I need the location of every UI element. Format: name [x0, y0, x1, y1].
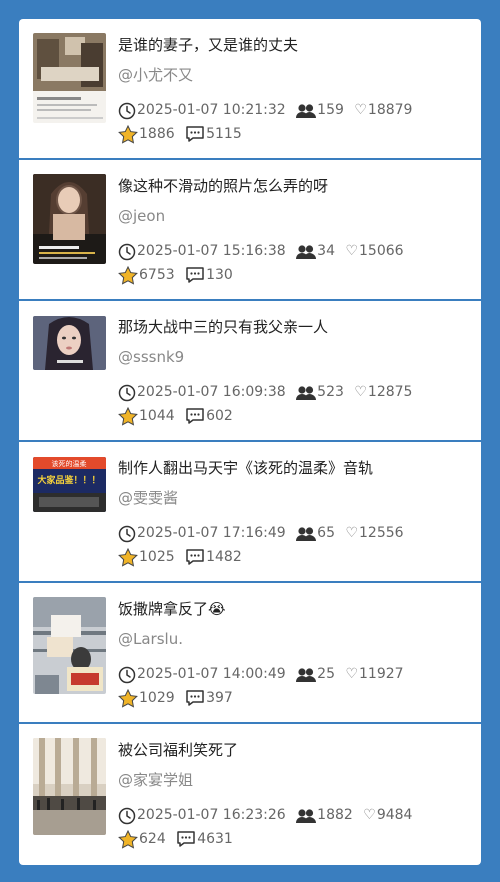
star-icon — [118, 406, 138, 426]
post-card[interactable]: 那场大战中三的只有我父亲一人 @sssnk9 2025-01-07 16:09:… — [19, 301, 481, 440]
star-icon — [118, 265, 138, 285]
post-time: 2025-01-07 17:16:49 — [118, 522, 286, 545]
post-thumbnail[interactable] — [33, 33, 106, 123]
post-comments[interactable]: 397 — [185, 687, 233, 710]
post-card[interactable]: 是谁的妻子，又是谁的丈夫 @小尤不又 2025-01-07 10:21:32 1… — [19, 19, 481, 158]
people-icon — [296, 103, 317, 118]
post-author[interactable]: @小尤不又 — [118, 65, 193, 85]
post-feed: 是谁的妻子，又是谁的丈夫 @小尤不又 2025-01-07 10:21:32 1… — [19, 19, 481, 865]
people-icon — [296, 244, 317, 259]
comment-icon — [186, 267, 204, 283]
post-title[interactable]: 被公司福利笑死了 — [118, 740, 469, 760]
post-author[interactable]: @家宴学姐 — [118, 770, 193, 790]
post-author[interactable]: @jeon — [118, 206, 165, 226]
post-viewers: 1882 — [296, 804, 353, 827]
clock-icon — [118, 102, 136, 119]
post-stars[interactable]: 6753 — [118, 264, 175, 287]
heart-icon: ♡ — [354, 384, 367, 400]
post-meta: 2025-01-07 16:23:26 1882 ♡ 9484 624 4631 — [118, 804, 468, 851]
comment-icon — [177, 831, 195, 847]
heart-icon: ♡ — [354, 102, 367, 118]
post-viewers: 523 — [296, 381, 344, 404]
star-icon — [118, 688, 138, 708]
post-card[interactable]: 该死的温柔 大家品鉴！！！ 制作人翻出马天宇《该死的温柔》音轨 @雯雯酱 202… — [19, 442, 481, 581]
post-stars[interactable]: 1886 — [118, 123, 175, 146]
comment-icon — [186, 126, 204, 142]
post-likes[interactable]: ♡ 18879 — [354, 99, 412, 122]
post-meta: 2025-01-07 17:16:49 65 ♡ 12556 1025 1482 — [118, 522, 468, 569]
post-author[interactable]: @雯雯酱 — [118, 488, 178, 508]
people-icon — [296, 667, 317, 682]
comment-icon — [186, 549, 204, 565]
post-time: 2025-01-07 16:09:38 — [118, 381, 286, 404]
post-meta: 2025-01-07 10:21:32 159 ♡ 18879 1886 511… — [118, 99, 468, 146]
post-title[interactable]: 是谁的妻子，又是谁的丈夫 — [118, 35, 469, 55]
post-author[interactable]: @Larslu. — [118, 629, 183, 649]
post-thumbnail[interactable] — [33, 738, 106, 835]
post-title[interactable]: 制作人翻出马天宇《该死的温柔》音轨 — [118, 458, 469, 478]
post-meta: 2025-01-07 15:16:38 34 ♡ 15066 6753 130 — [118, 240, 468, 287]
clock-icon — [118, 666, 136, 683]
svg-text:大家品鉴！！！: 大家品鉴！！！ — [37, 474, 100, 486]
post-viewers: 34 — [296, 240, 335, 263]
post-time: 2025-01-07 14:00:49 — [118, 663, 286, 686]
post-comments[interactable]: 130 — [185, 264, 233, 287]
post-viewers: 25 — [296, 663, 335, 686]
post-stars[interactable]: 1029 — [118, 687, 175, 710]
post-viewers: 159 — [296, 99, 344, 122]
post-stars[interactable]: 624 — [118, 828, 166, 851]
clock-icon — [118, 807, 136, 824]
post-title[interactable]: 饭撒牌拿反了😭 — [118, 599, 469, 619]
post-time: 2025-01-07 10:21:32 — [118, 99, 286, 122]
post-title[interactable]: 像这种不滑动的照片怎么弄的呀 — [118, 176, 469, 196]
post-viewers: 65 — [296, 522, 335, 545]
people-icon — [296, 526, 317, 541]
clock-icon — [118, 525, 136, 542]
heart-icon: ♡ — [345, 243, 358, 259]
star-icon — [118, 547, 138, 567]
post-comments[interactable]: 602 — [185, 405, 233, 428]
people-icon — [296, 385, 317, 400]
post-comments[interactable]: 5115 — [185, 123, 242, 146]
post-time: 2025-01-07 16:23:26 — [118, 804, 286, 827]
post-likes[interactable]: ♡ 15066 — [345, 240, 403, 263]
post-card[interactable]: 像这种不滑动的照片怎么弄的呀 @jeon 2025-01-07 15:16:38… — [19, 160, 481, 299]
post-stars[interactable]: 1044 — [118, 405, 175, 428]
clock-icon — [118, 243, 136, 260]
heart-icon: ♡ — [363, 807, 376, 823]
clock-icon — [118, 384, 136, 401]
post-stars[interactable]: 1025 — [118, 546, 175, 569]
post-card[interactable]: 被公司福利笑死了 @家宴学姐 2025-01-07 16:23:26 1882 … — [19, 724, 481, 865]
post-likes[interactable]: ♡ 12875 — [354, 381, 412, 404]
post-comments[interactable]: 1482 — [185, 546, 242, 569]
heart-icon: ♡ — [345, 666, 358, 682]
post-likes[interactable]: ♡ 9484 — [363, 804, 412, 827]
post-time: 2025-01-07 15:16:38 — [118, 240, 286, 263]
post-title[interactable]: 那场大战中三的只有我父亲一人 — [118, 317, 469, 337]
post-thumbnail[interactable] — [33, 316, 106, 370]
post-thumbnail[interactable]: 该死的温柔 大家品鉴！！！ — [33, 457, 106, 512]
post-thumbnail[interactable] — [33, 597, 106, 694]
post-thumbnail[interactable] — [33, 174, 106, 264]
post-comments[interactable]: 4631 — [176, 828, 233, 851]
post-author[interactable]: @sssnk9 — [118, 347, 184, 367]
star-icon — [118, 124, 138, 144]
comment-icon — [186, 690, 204, 706]
svg-text:该死的温柔: 该死的温柔 — [52, 459, 87, 468]
post-likes[interactable]: ♡ 12556 — [345, 522, 403, 545]
star-icon — [118, 829, 138, 849]
post-likes[interactable]: ♡ 11927 — [345, 663, 403, 686]
people-icon — [296, 808, 317, 823]
comment-icon — [186, 408, 204, 424]
post-meta: 2025-01-07 16:09:38 523 ♡ 12875 1044 602 — [118, 381, 468, 428]
heart-icon: ♡ — [345, 525, 358, 541]
post-card[interactable]: 饭撒牌拿反了😭 @Larslu. 2025-01-07 14:00:49 25 … — [19, 583, 481, 722]
post-meta: 2025-01-07 14:00:49 25 ♡ 11927 1029 397 — [118, 663, 468, 710]
